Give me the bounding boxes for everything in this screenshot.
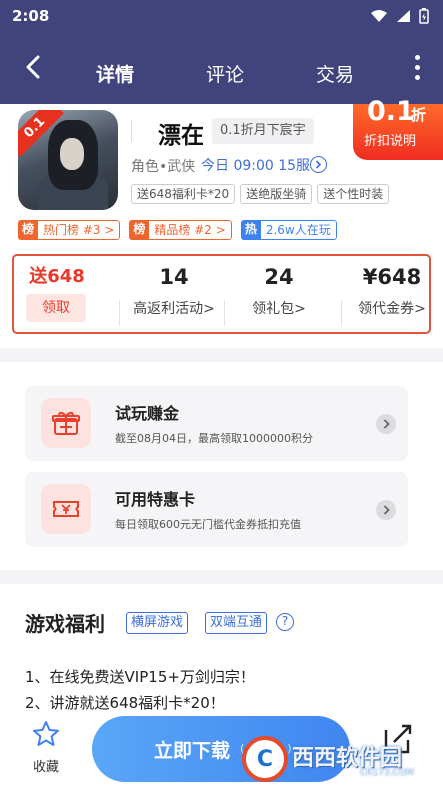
package-label-text: 领礼包 [252, 301, 295, 317]
top-bar: 2:08 详情 评论 交易 [0, 0, 443, 104]
voucher-label: 领代金券> [358, 301, 426, 317]
coupon-ticket-icon [41, 484, 91, 534]
system-icons [370, 8, 429, 24]
package-stat[interactable]: 24 领礼包> [242, 262, 316, 318]
game-category: 角色•武侠 [131, 159, 196, 175]
feature-chip: 送个性时装 [317, 184, 390, 204]
benefit-stats-box: 送648 领取 14 高返利活动> 24 领礼包> ¥648 领代金券> [12, 254, 431, 334]
gift-value: 送648 [29, 266, 85, 287]
watermark-logo: C 西西软件园 CR173.COM [240, 734, 436, 784]
divider [224, 300, 225, 326]
favorite-button[interactable]: 收藏 [26, 720, 66, 775]
watermark-circle: C [242, 736, 288, 782]
rebate-label-text: 高返利活动 [133, 301, 204, 317]
chevron-right-icon[interactable] [310, 156, 327, 173]
chevron-right-icon[interactable] [376, 414, 396, 434]
discount-badge[interactable]: 0.1 折 折扣说明 [353, 96, 443, 160]
tag-landscape: 横屏游戏 [126, 612, 189, 634]
more-dot-icon [414, 64, 420, 70]
voucher-label-text: 领代金券 [358, 301, 415, 317]
signal-icon [397, 10, 410, 22]
task-section: 试玩赚金 截至08月04日，最高领取1000000积分 可用特惠卡 每日领取60… [0, 362, 443, 570]
more-dot-icon [414, 54, 420, 60]
back-button[interactable] [18, 52, 48, 82]
task-desc: 每日领取600元无门槛代金券抵扣充值 [115, 518, 301, 531]
wifi-icon [371, 10, 387, 22]
gift-box-icon [41, 398, 91, 448]
task-title: 可用特惠卡 [115, 490, 196, 509]
help-icon[interactable]: ? [276, 613, 294, 631]
battery-icon [419, 8, 429, 24]
gift-stat: 送648 领取 [26, 262, 88, 322]
tab-comments[interactable]: 评论 [206, 60, 244, 87]
game-subtitle: 0.1折月下宸宇 [212, 118, 314, 144]
package-label: 领礼包> [252, 301, 306, 317]
package-count: 24 [264, 265, 294, 289]
rank-value: 2.6w人在玩 [260, 220, 337, 240]
chevron-right-icon[interactable] [376, 500, 396, 520]
rank-value: 精品榜 #2 > [149, 220, 232, 240]
rank-value: 热门榜 #3 > [38, 220, 121, 240]
rank-text: 精品榜 #2 [154, 223, 212, 237]
welfare-line: 2、讲游就送648福利卡*20！ [25, 694, 225, 712]
welfare-title: 游戏福利 [25, 612, 105, 636]
rebate-count: 14 [159, 265, 189, 289]
rank-label: 榜 [129, 220, 150, 240]
feature-chip: 送绝版坐骑 [240, 184, 313, 204]
tab-trade[interactable]: 交易 [316, 60, 354, 87]
rebate-stat[interactable]: 14 高返利活动> [126, 262, 222, 318]
task-desc: 截至08月04日，最高领取1000000积分 [115, 432, 313, 445]
rank-players: 热 2.6w人在玩 [240, 220, 337, 240]
rank-label: 榜 [18, 220, 39, 240]
welfare-line: 1、在线免费送VIP15+万剑归宗！ [25, 668, 255, 686]
voucher-stat[interactable]: ¥648 领代金券> [352, 262, 432, 318]
divider [119, 300, 120, 326]
voucher-amount: ¥648 [362, 265, 422, 289]
chevron-left-icon [26, 55, 40, 79]
rank-hot[interactable]: 榜 热门榜 #3 > [18, 220, 121, 240]
nav-bar: 详情 评论 交易 [0, 32, 443, 104]
rank-badges: 榜 热门榜 #3 > 榜 精品榜 #2 > 热 2.6w人在玩 [18, 220, 337, 240]
task-card-trial[interactable]: 试玩赚金 截至08月04日，最高领取1000000积分 [25, 386, 408, 461]
feature-chip: 送648福利卡*20 [131, 184, 236, 204]
game-info-section: 0.1 漂在 0.1折月下宸宇 0.1 折 折扣说明 角色•武侠 今日 09:0… [0, 96, 443, 348]
feature-chips: 送648福利卡*20 送绝版坐骑 送个性时装 [131, 184, 390, 204]
watermark-url: CR173.COM [360, 768, 414, 778]
status-time: 2:08 [12, 7, 50, 25]
task-title: 试玩赚金 [115, 404, 180, 423]
rebate-label: 高返利活动> [133, 301, 215, 317]
divider [341, 300, 342, 326]
discount-explain-link[interactable]: 折扣说明 [364, 130, 416, 149]
discount-value: 0.1 [367, 96, 415, 127]
task-card-coupon[interactable]: 可用特惠卡 每日领取600元无门槛代金券抵扣充值 [25, 472, 408, 547]
rank-label: 热 [240, 220, 261, 240]
server-open-time[interactable]: 今日 09:00 15服 [201, 155, 310, 175]
more-dot-icon [414, 74, 420, 80]
game-icon: 0.1 [18, 110, 118, 210]
rank-text: 热门榜 #3 [43, 223, 101, 237]
favorite-label: 收藏 [32, 760, 59, 775]
bottom-action-bar: 收藏 立即下载 (4…53…) C 西西软件园 CR173.COM [0, 712, 443, 788]
status-bar: 2:08 [0, 0, 443, 32]
icon-art-face [60, 138, 84, 170]
tag-cross-platform: 双端互通 [205, 612, 268, 634]
more-menu-button[interactable] [407, 52, 427, 82]
divider [131, 120, 132, 142]
download-label: 立即下载 [154, 740, 231, 762]
rank-quality[interactable]: 榜 精品榜 #2 > [129, 220, 232, 240]
claim-button[interactable]: 领取 [26, 294, 86, 322]
discount-unit: 折 [411, 106, 427, 124]
game-name: 漂在 [158, 123, 204, 149]
tab-details[interactable]: 详情 [96, 60, 134, 87]
star-icon [33, 721, 59, 746]
